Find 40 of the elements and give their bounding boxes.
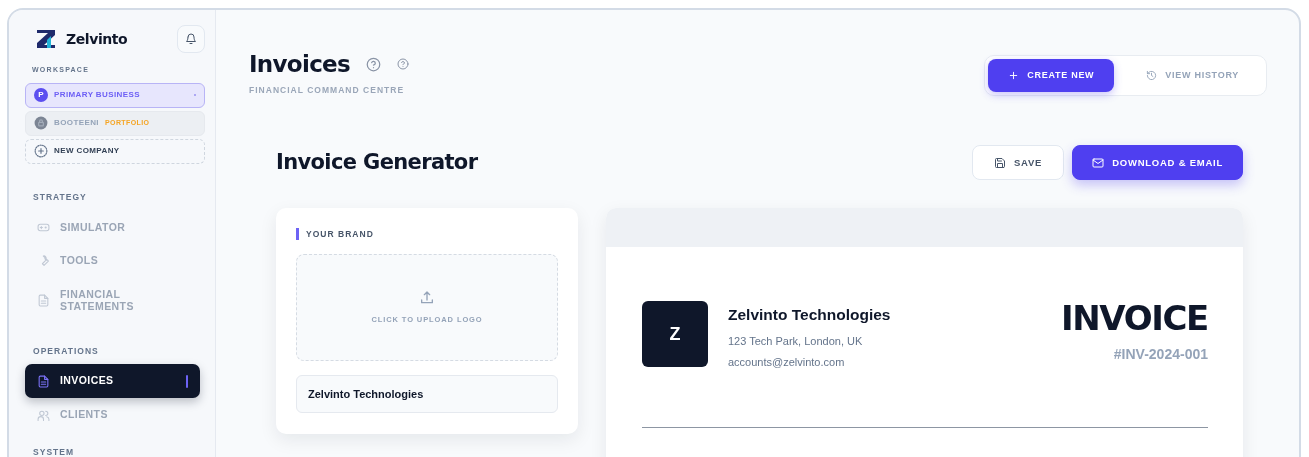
- users-icon: [37, 408, 50, 422]
- company-logo: Z: [642, 301, 708, 368]
- download-email-button[interactable]: DOWNLOAD & EMAIL: [1072, 145, 1243, 181]
- workspace-item[interactable]: P PRIMARY BUSINESS: [25, 82, 205, 108]
- document-icon: [37, 293, 50, 307]
- active-indicator: [186, 374, 188, 388]
- invoice-number: #INV-2024-001: [1112, 345, 1208, 365]
- toolbar-tab[interactable]: CREATE NEW: [988, 59, 1115, 92]
- company-email: accounts@zelvinto.com: [728, 355, 846, 370]
- plus-icon: [1008, 70, 1020, 81]
- brand-name: Zelvinto: [66, 29, 128, 49]
- save-button[interactable]: SAVE: [971, 145, 1065, 181]
- section-label: OPERATIONS: [33, 345, 100, 358]
- notification-button[interactable]: [177, 25, 205, 53]
- section-label: SYSTEM: [33, 446, 76, 457]
- mail-icon: [1092, 156, 1105, 169]
- workspace-name: NEW COMPANY: [54, 145, 120, 157]
- workspace-name: PRIMARY BUSINESS: [54, 89, 140, 101]
- workspace-avatar: P: [34, 88, 48, 102]
- document-title: INVOICE: [1060, 301, 1208, 336]
- add-circle-icon: [34, 144, 48, 158]
- help-icon: [366, 56, 381, 72]
- nav-item[interactable]: INVOICES: [25, 364, 200, 398]
- document-icon: [37, 374, 50, 388]
- company-name: Zelvinto Technologies: [728, 305, 891, 326]
- card-title: YOUR BRAND: [296, 228, 558, 241]
- help-icon: [397, 58, 409, 71]
- page-title: Invoices: [249, 50, 350, 79]
- workspace-name: BOOTEENI: [54, 117, 99, 129]
- company-name-field[interactable]: Zelvinto Technologies: [296, 375, 558, 414]
- section-title: Invoice Generator: [276, 149, 478, 176]
- company-address: 123 Tech Park, London, UK: [728, 333, 864, 349]
- save-icon: [993, 156, 1006, 169]
- page-subtitle: FINANCIAL COMMAND CENTRE: [249, 83, 406, 97]
- workspace-item[interactable]: NEW COMPANY: [25, 138, 205, 164]
- logo-icon: [34, 27, 58, 51]
- bell-icon: [185, 33, 197, 45]
- section-label: STRATEGY: [33, 190, 88, 204]
- lock-avatar-icon: [34, 116, 48, 130]
- history-icon: [1146, 70, 1158, 81]
